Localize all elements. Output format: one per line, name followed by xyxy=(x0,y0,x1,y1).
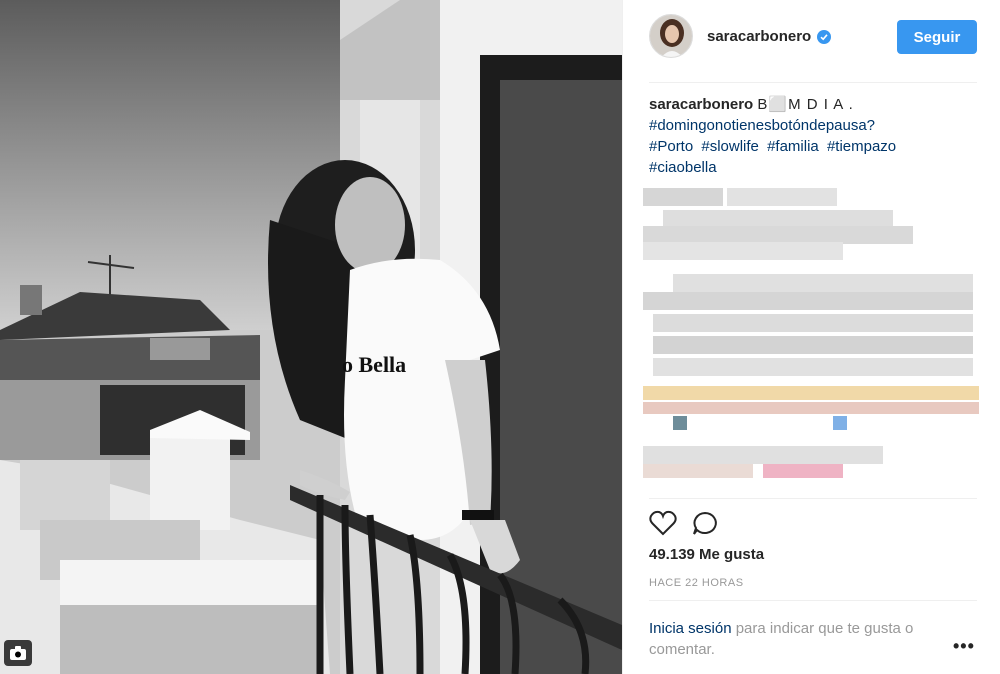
hashtag-link[interactable]: #ciaobella xyxy=(649,157,979,178)
comments-divider xyxy=(649,498,977,499)
heart-icon[interactable] xyxy=(649,510,677,541)
caption-text: B⬜M D I A . xyxy=(757,96,854,113)
post-actions xyxy=(649,510,719,540)
header-divider xyxy=(649,82,977,83)
post-timestamp[interactable]: HACE 22 HORAS xyxy=(649,577,744,589)
post-caption: saracarbonero B⬜M D I A . #domingonotien… xyxy=(649,94,979,178)
post-header: saracarbonero Seguir xyxy=(623,0,1000,82)
camera-icon xyxy=(4,640,32,666)
login-link[interactable]: Inicia sesión xyxy=(649,620,732,637)
hashtag-link[interactable]: #domingonotienesbotóndepausa? xyxy=(649,115,979,136)
hashtag-link[interactable]: #familia xyxy=(767,138,819,155)
more-icon[interactable]: ••• xyxy=(953,636,975,657)
username-label[interactable]: saracarbonero xyxy=(707,28,811,45)
avatar[interactable] xyxy=(649,14,693,58)
hashtag-link[interactable]: #slowlife xyxy=(701,138,759,155)
verified-icon xyxy=(817,29,832,44)
comments-list-blurred xyxy=(643,180,979,498)
likes-count[interactable]: 49.139 Me gusta xyxy=(649,546,764,563)
hashtag-link[interactable]: #Porto xyxy=(649,138,693,155)
hashtag-link[interactable]: #tiempazo xyxy=(827,138,896,155)
follow-button[interactable]: Seguir xyxy=(897,20,977,54)
photo-scene: o Bella xyxy=(0,0,622,674)
shirt-text: o Bella xyxy=(342,352,406,377)
post-photo[interactable]: o Bella xyxy=(0,0,622,674)
hashtag-row: #Porto #slowlife #familia #tiempazo xyxy=(649,136,979,157)
comment-icon[interactable] xyxy=(691,510,719,541)
caption-username[interactable]: saracarbonero xyxy=(649,96,753,113)
footer-divider xyxy=(649,600,977,601)
post-side-panel: saracarbonero Seguir saracarbonero B⬜M D… xyxy=(622,0,1000,674)
username-header[interactable]: saracarbonero xyxy=(707,28,832,45)
login-prompt: Inicia sesión para indicar que te gusta … xyxy=(649,618,949,660)
